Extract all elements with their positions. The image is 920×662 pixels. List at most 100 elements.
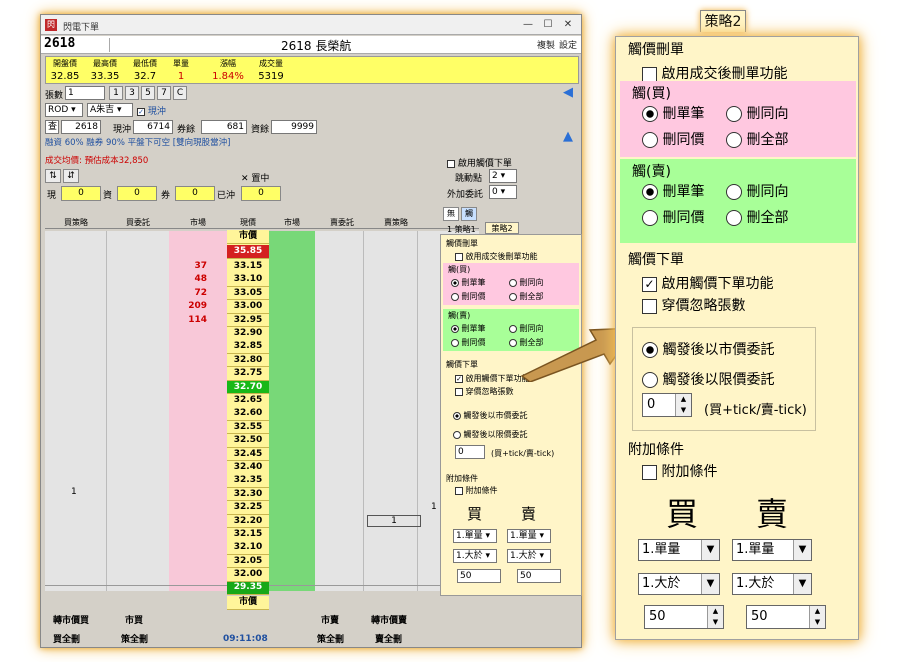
buy-cancel-same-dir-radio[interactable]: 刪同向	[509, 277, 544, 288]
tick-spinner[interactable]: 0	[455, 445, 485, 459]
sell-mode-select[interactable]: 1.單量 ▾	[507, 529, 551, 543]
spinner-arrows-icon[interactable]: ▲ ▼	[707, 606, 723, 628]
price-cell[interactable]: 32.65	[227, 394, 269, 408]
price-cell[interactable]: 32.55	[227, 420, 269, 435]
sell-cancel-one-radio[interactable]: 刪單筆	[451, 323, 486, 334]
zoom-buy-cancel-all-radio[interactable]: 刪全部	[726, 129, 788, 149]
zoom-sell-cancel-all-radio[interactable]: 刪全部	[726, 207, 788, 227]
tab-touch[interactable]: 觸	[461, 207, 477, 221]
extra-condition-checkbox[interactable]: 附加條件	[455, 485, 498, 496]
price-cell[interactable]: 33.10	[227, 273, 269, 287]
center-toggle[interactable]: ✕ 置中	[241, 171, 269, 184]
qty-preset-button[interactable]: 3	[125, 86, 139, 100]
cancel-all-strategy-button[interactable]: 策全刪	[121, 632, 148, 645]
limit-up-price[interactable]: 35.85	[227, 245, 269, 259]
market-price-cell[interactable]: 市價	[227, 230, 269, 244]
cancel-sell-market-button[interactable]: 轉市價賣	[371, 613, 407, 626]
account-select[interactable]: A朱吉 ▾	[87, 103, 133, 117]
price-cell[interactable]: 32.70	[227, 380, 269, 395]
chevron-down-icon[interactable]: ▼	[701, 540, 719, 560]
cancel-buy-market-button[interactable]: 轉市價買	[53, 613, 89, 626]
buy-mode-select[interactable]: 1.單量 ▾	[453, 529, 497, 543]
market-price-cell[interactable]: 市價	[227, 596, 269, 610]
maximize-button[interactable]: ☐	[541, 18, 555, 32]
cancel-all-strategy-right-button[interactable]: 策全刪	[317, 632, 344, 645]
price-cell[interactable]: 32.85	[227, 340, 269, 354]
price-cell[interactable]: 32.40	[227, 461, 269, 475]
qty-input[interactable]: 1	[65, 86, 105, 100]
zoom-buy-mode-select[interactable]: 1.單量 ▼	[638, 539, 720, 561]
pin-icon[interactable]: ⇵	[63, 169, 79, 183]
price-cell[interactable]: 32.25	[227, 501, 269, 515]
order-type-select[interactable]: ROD ▾	[45, 103, 83, 117]
arrow-up-icon[interactable]: ▲	[563, 129, 577, 144]
price-cell[interactable]: 33.05	[227, 286, 269, 301]
price-cell[interactable]: 32.60	[227, 407, 269, 421]
market-sell-button[interactable]: 市賣	[321, 613, 339, 626]
market-after-radio[interactable]: 觸發後以市價委託	[453, 410, 528, 421]
settings-button[interactable]: 設定	[559, 38, 577, 51]
spinner-arrows-icon[interactable]: ▲ ▼	[675, 394, 691, 416]
zoom-buy-cancel-one-radio[interactable]: 刪單筆	[642, 103, 704, 123]
enable-cancel-checkbox[interactable]: 啟用成交後刪單功能	[455, 251, 538, 262]
chevron-down-icon[interactable]: ▼	[793, 540, 811, 560]
zoom-enable-place-checkbox[interactable]: ✓ 啟用觸價下單功能	[642, 273, 773, 293]
zoom-sell-cancel-one-radio[interactable]: 刪單筆	[642, 181, 704, 201]
zoom-sell-cancel-same-price-radio[interactable]: 刪同價	[642, 207, 704, 227]
touch-order-checkbox[interactable]: 啟用觸價下單	[447, 156, 512, 169]
qty-clear-button[interactable]: C	[173, 86, 187, 100]
market-buy-button[interactable]: 市買	[125, 613, 143, 626]
price-cell[interactable]: 32.80	[227, 353, 269, 368]
zoom-tick-spinner[interactable]: 0 ▲ ▼	[642, 393, 692, 417]
zoom-sell-cond-select[interactable]: 1.大於 ▼	[732, 573, 812, 595]
lock-icon[interactable]: ⇅	[45, 169, 61, 183]
price-cell[interactable]: 32.75	[227, 367, 269, 381]
tab-strategy2[interactable]: 策略2	[485, 222, 519, 234]
price-cell[interactable]: 32.50	[227, 434, 269, 448]
zoom-market-after-radio[interactable]: 觸發後以市價委託	[642, 339, 774, 359]
buy-cancel-one-radio[interactable]: 刪單筆	[451, 277, 486, 288]
price-cell[interactable]: 32.45	[227, 447, 269, 462]
qty-preset-button[interactable]: 7	[157, 86, 171, 100]
price-cell[interactable]: 32.35	[227, 474, 269, 488]
price-cell[interactable]: 32.15	[227, 528, 269, 542]
zoom-sell-cancel-same-dir-radio[interactable]: 刪同向	[726, 181, 788, 201]
price-cell[interactable]: 32.90	[227, 327, 269, 341]
zoom-sell-mode-select[interactable]: 1.單量 ▼	[732, 539, 812, 561]
jump-select[interactable]: 2 ▾	[489, 169, 517, 183]
zoom-enable-cancel-checkbox[interactable]: 啟用成交後刪單功能	[642, 63, 787, 83]
buy-market-column[interactable]	[169, 231, 227, 591]
price-cell[interactable]: 32.30	[227, 487, 269, 502]
extra-order-select[interactable]: 0 ▾	[489, 185, 517, 199]
buy-cancel-same-price-radio[interactable]: 刪同價	[451, 291, 486, 302]
price-cell[interactable]: 32.95	[227, 313, 269, 328]
cancel-all-buy-button[interactable]: 買全刪	[53, 632, 80, 645]
limit-after-radio[interactable]: 觸發後以限價委託	[453, 429, 528, 440]
enable-place-checkbox[interactable]: ✓ 啟用觸價下單功能	[455, 373, 530, 384]
buy-cond-select[interactable]: 1.大於 ▾	[453, 549, 497, 563]
sell-cond-select[interactable]: 1.大於 ▾	[507, 549, 551, 563]
qty-preset-button[interactable]: 5	[141, 86, 155, 100]
price-cell[interactable]: 32.00	[227, 568, 269, 582]
daytrade-checkbox[interactable]: ✓ 現沖	[137, 104, 166, 117]
qty-preset-button[interactable]: 1	[109, 86, 123, 100]
limit-down-price[interactable]: 29.35	[227, 581, 269, 595]
zoom-limit-after-radio[interactable]: 觸發後以限價委託	[642, 369, 774, 389]
sell-market-column[interactable]	[269, 231, 315, 591]
cancel-all-sell-button[interactable]: 賣全刪	[375, 632, 402, 645]
price-cell[interactable]: 33.00	[227, 300, 269, 314]
zoom-buy-value-spinner[interactable]: 50 ▲ ▼	[644, 605, 724, 629]
close-button[interactable]: ✕	[561, 18, 575, 32]
arrow-left-icon[interactable]: ◀	[563, 85, 577, 100]
zoom-tab-strategy2[interactable]: 策略2	[700, 10, 746, 32]
copy-button[interactable]: 複製	[537, 38, 555, 51]
zoom-extra-condition-checkbox[interactable]: 附加條件	[642, 461, 717, 481]
price-cell[interactable]: 32.10	[227, 541, 269, 555]
zoom-buy-cancel-same-dir-radio[interactable]: 刪同向	[726, 103, 788, 123]
zoom-buy-cond-select[interactable]: 1.大於 ▼	[638, 573, 720, 595]
zoom-sell-value-spinner[interactable]: 50 ▲ ▼	[746, 605, 826, 629]
price-cell[interactable]: 33.15	[227, 260, 269, 274]
minimize-button[interactable]: —	[521, 18, 535, 32]
sell-cancel-same-price-radio[interactable]: 刪同價	[451, 337, 486, 348]
spinner-arrows-icon[interactable]: ▲ ▼	[809, 606, 825, 628]
